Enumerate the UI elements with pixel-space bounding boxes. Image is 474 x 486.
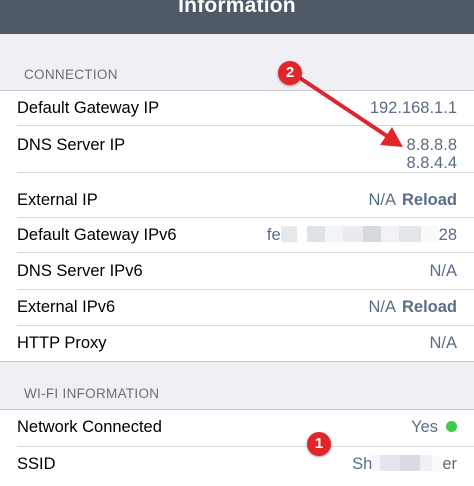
row-value: fe 28 bbox=[267, 226, 457, 245]
row-label: External IP bbox=[17, 191, 98, 209]
row-value: Sh er bbox=[352, 455, 457, 474]
row-label: Default Gateway IPv6 bbox=[17, 226, 177, 244]
redacted-mosaic bbox=[280, 226, 439, 242]
connected-status-dot-icon bbox=[446, 421, 457, 432]
ipv6-value-start: fe bbox=[266, 226, 281, 244]
row-label: DNS Server IP bbox=[17, 136, 126, 154]
row-value-secondary: 8.8.4.4 bbox=[406, 154, 457, 172]
row-dns-server-ip: DNS Server IP 8.8.8.8 8.8.4.4 bbox=[0, 126, 474, 173]
external-ip-value: N/A bbox=[368, 191, 396, 209]
row-value: N/A bbox=[429, 262, 457, 280]
external-ipv6-value: N/A bbox=[368, 298, 396, 316]
row-external-ip: External IP N/A Reload bbox=[0, 183, 474, 218]
row-value-primary: 8.8.8.8 bbox=[406, 136, 457, 154]
row-label: Network Connected bbox=[17, 418, 162, 436]
network-connected-value: Yes bbox=[411, 418, 438, 436]
row-value: N/A bbox=[429, 334, 457, 352]
row-dns-server-ipv6: DNS Server IPv6 N/A bbox=[0, 253, 474, 290]
reload-external-ip-button[interactable]: Reload bbox=[402, 191, 457, 209]
row-value: N/A Reload bbox=[368, 298, 457, 317]
ipv6-value-end: 28 bbox=[438, 226, 457, 244]
divider bbox=[17, 172, 474, 173]
row-value: Yes bbox=[411, 418, 457, 437]
connection-group: Default Gateway IP 192.168.1.1 DNS Serve… bbox=[0, 90, 474, 362]
row-label: Default Gateway IP bbox=[17, 99, 160, 117]
row-label: HTTP Proxy bbox=[17, 334, 107, 352]
annotation-badge-2: 2 bbox=[278, 61, 302, 85]
row-label: External IPv6 bbox=[17, 298, 116, 316]
annotation-badge-1: 1 bbox=[307, 432, 331, 456]
row-value: 192.168.1.1 bbox=[369, 99, 457, 117]
row-external-ipv6: External IPv6 N/A Reload bbox=[0, 290, 474, 326]
row-label: SSID bbox=[17, 455, 56, 473]
section-header-wifi: WI-FI INFORMATION bbox=[24, 386, 160, 401]
page-title: Information bbox=[178, 0, 296, 17]
row-network-connected: Network Connected Yes bbox=[0, 410, 474, 447]
ssid-value-end: er bbox=[442, 455, 457, 473]
row-value: N/A Reload bbox=[368, 191, 457, 210]
section-header-connection: CONNECTION bbox=[24, 67, 118, 82]
row-label: DNS Server IPv6 bbox=[17, 262, 143, 280]
ssid-value-start: Sh bbox=[352, 455, 373, 473]
reload-external-ipv6-button[interactable]: Reload bbox=[402, 298, 457, 316]
row-default-gateway-ip: Default Gateway IP 192.168.1.1 bbox=[0, 91, 474, 126]
row-default-gateway-ipv6: Default Gateway IPv6 fe 28 bbox=[0, 218, 474, 253]
navigation-bar: Information bbox=[0, 0, 474, 34]
wifi-group: Network Connected Yes SSID Sh er bbox=[0, 409, 474, 486]
row-ssid: SSID Sh er bbox=[0, 447, 474, 486]
redacted-mosaic bbox=[372, 455, 443, 471]
row-http-proxy: HTTP Proxy N/A bbox=[0, 326, 474, 362]
